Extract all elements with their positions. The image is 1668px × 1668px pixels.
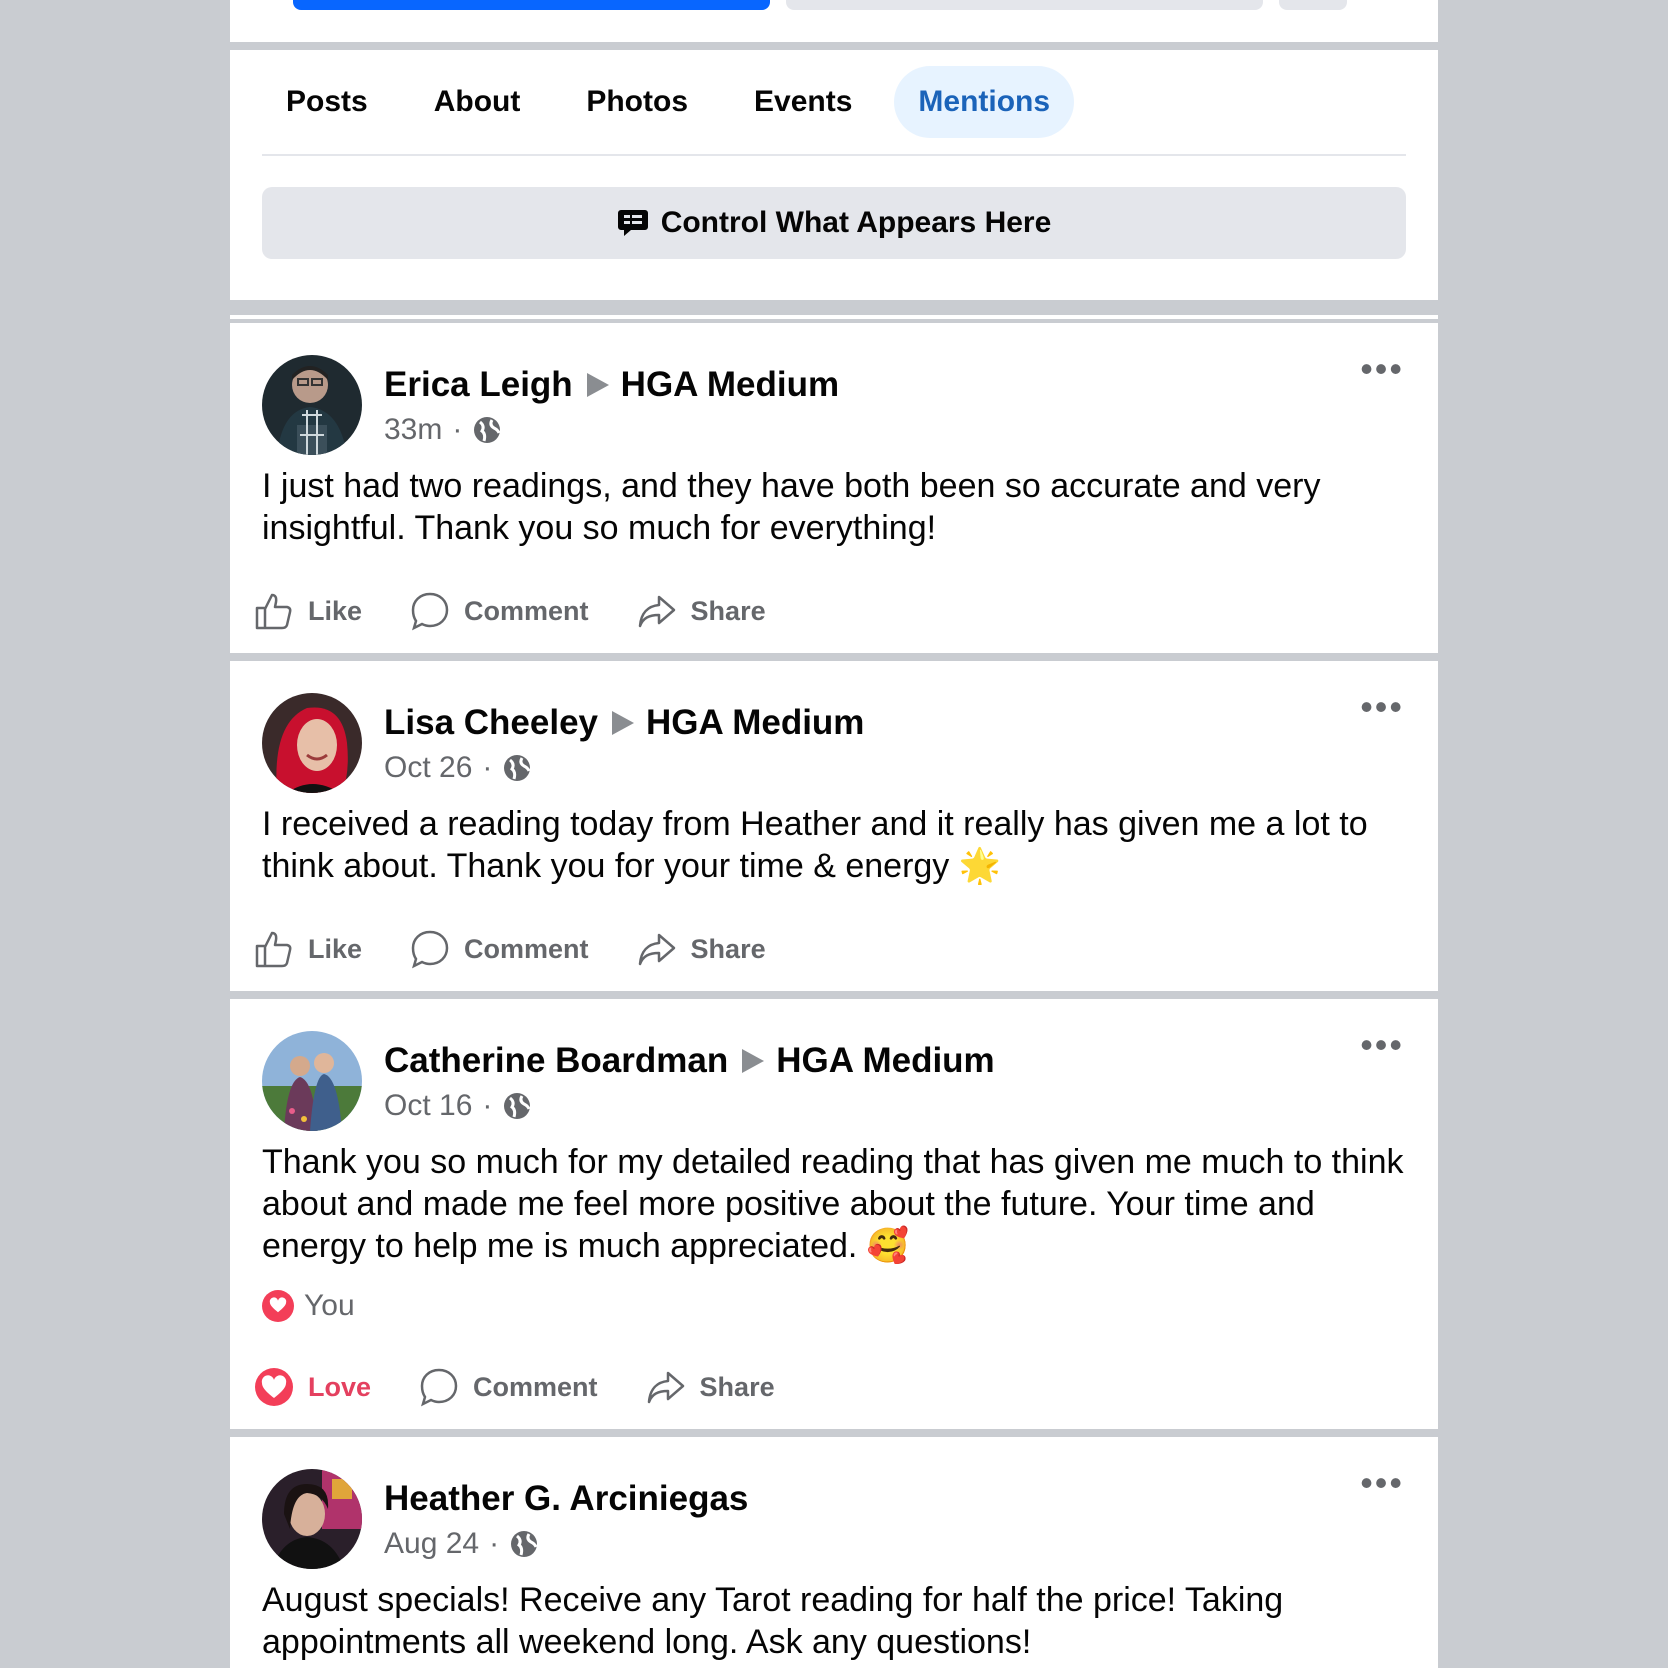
share-arrow-icon (637, 591, 677, 631)
share-label: Share (690, 933, 766, 964)
divider (230, 315, 1438, 319)
author-name[interactable]: Heather G. Arciniegas (384, 1479, 748, 1519)
post-text: Thank you so much for my detailed readin… (262, 1143, 1404, 1265)
post-author-line: Catherine Boardman HGA Medium (384, 1041, 995, 1081)
meta-separator: · (489, 1527, 500, 1560)
globe-icon (502, 1091, 532, 1121)
comment-bubble-icon (410, 929, 450, 969)
more-options-icon[interactable]: ••• (1360, 689, 1404, 725)
tab-mentions[interactable]: Mentions (894, 66, 1075, 138)
comment-bubble-icon (410, 591, 450, 631)
love-button[interactable]: Love (254, 1367, 371, 1407)
tabs-divider (262, 154, 1406, 156)
meta-separator: · (482, 1089, 493, 1122)
post: Lisa Cheeley HGA Medium Oct 26 · ••• I r… (230, 661, 1438, 991)
target-page-name[interactable]: HGA Medium (776, 1041, 994, 1081)
globe-icon (502, 753, 532, 783)
comment-label: Comment (464, 595, 589, 626)
more-options-icon[interactable]: ••• (1360, 351, 1404, 387)
primary-action-button[interactable] (293, 0, 770, 10)
avatar[interactable] (262, 1031, 362, 1131)
post-meta: Aug 24 · (384, 1527, 539, 1561)
tab-posts[interactable]: Posts (262, 66, 392, 138)
post-meta: 33m · (384, 413, 502, 447)
profile-column: Posts About Photos Events Mentions Contr… (230, 0, 1438, 1668)
control-what-appears-button[interactable]: Control What Appears Here (262, 187, 1406, 259)
post-text: I received a reading today from Heather … (262, 805, 1368, 885)
target-page-name[interactable]: HGA Medium (621, 365, 839, 405)
post-author-line: Lisa Cheeley HGA Medium (384, 703, 864, 743)
author-name[interactable]: Erica Leigh (384, 365, 573, 405)
control-button-label: Control What Appears Here (660, 206, 1052, 239)
post-actions: Like Comment Share (254, 591, 814, 631)
comment-bubble-icon (419, 1367, 459, 1407)
author-name[interactable]: Catherine Boardman (384, 1041, 728, 1081)
post-text: August specials! Receive any Tarot readi… (262, 1581, 1284, 1661)
globe-icon (472, 415, 502, 445)
share-button[interactable]: Share (637, 591, 766, 631)
thumbs-up-icon (254, 591, 294, 631)
secondary-action-button[interactable] (786, 0, 1263, 10)
post: Catherine Boardman HGA Medium Oct 16 · •… (230, 999, 1438, 1429)
post-time[interactable]: Oct 16 (384, 1089, 472, 1123)
arrow-right-icon (742, 1049, 765, 1073)
heart-reaction-icon (262, 1290, 294, 1322)
post-meta: Oct 26 · (384, 751, 532, 785)
like-label: Like (308, 933, 363, 964)
share-button[interactable]: Share (646, 1367, 775, 1407)
post-text: I just had two readings, and they have b… (262, 467, 1321, 547)
more-action-button[interactable] (1279, 0, 1347, 10)
share-arrow-icon (646, 1367, 686, 1407)
share-button[interactable]: Share (637, 929, 766, 969)
target-page-name[interactable]: HGA Medium (646, 703, 864, 743)
comment-button[interactable]: Comment (410, 929, 589, 969)
author-name[interactable]: Lisa Cheeley (384, 703, 598, 743)
post: Heather G. Arciniegas Aug 24 · ••• Augus… (230, 1437, 1438, 1668)
more-options-icon[interactable]: ••• (1360, 1465, 1404, 1501)
post: Erica Leigh HGA Medium 33m · ••• I just … (230, 323, 1438, 653)
more-options-icon[interactable]: ••• (1360, 1027, 1404, 1063)
comment-label: Comment (473, 1371, 598, 1402)
comment-button[interactable]: Comment (410, 591, 589, 631)
tab-photos[interactable]: Photos (562, 66, 712, 138)
like-button[interactable]: Like (254, 591, 362, 631)
reaction-summary[interactable]: You (262, 1289, 355, 1323)
avatar[interactable] (262, 693, 362, 793)
comment-label: Comment (464, 933, 589, 964)
profile-tabs: Posts About Photos Events Mentions (262, 66, 1092, 138)
like-button[interactable]: Like (254, 929, 362, 969)
meta-separator: · (452, 413, 463, 446)
post-meta: Oct 16 · (384, 1089, 532, 1123)
post-author-line: Erica Leigh HGA Medium (384, 365, 839, 405)
chat-bubble-icon (617, 207, 649, 239)
arrow-right-icon (586, 373, 609, 397)
like-label: Like (308, 595, 363, 626)
avatar[interactable] (262, 355, 362, 455)
post-time[interactable]: 33m (384, 413, 442, 447)
tab-about[interactable]: About (410, 66, 545, 138)
post-actions: Love Comment Share (254, 1367, 823, 1407)
profile-tabs-card: Posts About Photos Events Mentions Contr… (230, 50, 1438, 300)
post-author-line: Heather G. Arciniegas (384, 1479, 748, 1519)
globe-icon (509, 1529, 539, 1559)
reaction-summary-label: You (304, 1289, 355, 1322)
share-label: Share (699, 1371, 775, 1402)
meta-separator: · (482, 751, 493, 784)
love-label: Love (308, 1371, 372, 1402)
avatar[interactable] (262, 1469, 362, 1569)
heart-icon (254, 1367, 294, 1407)
post-time[interactable]: Aug 24 (384, 1527, 479, 1561)
post-actions: Like Comment Share (254, 929, 814, 969)
profile-actions-strip (230, 0, 1438, 42)
comment-button[interactable]: Comment (419, 1367, 598, 1407)
post-time[interactable]: Oct 26 (384, 751, 472, 785)
share-arrow-icon (637, 929, 677, 969)
tab-events[interactable]: Events (730, 66, 876, 138)
share-label: Share (690, 595, 766, 626)
thumbs-up-icon (254, 929, 294, 969)
arrow-right-icon (612, 711, 634, 735)
